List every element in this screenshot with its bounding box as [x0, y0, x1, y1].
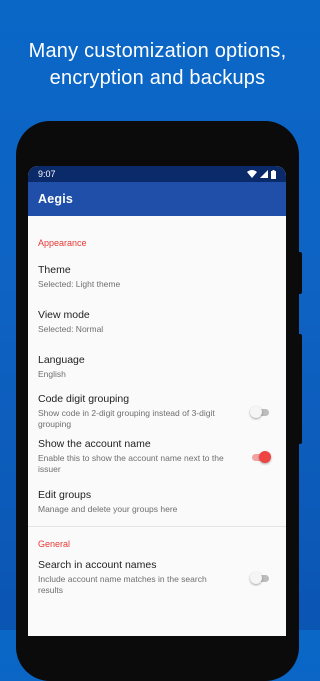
pref-search-account-names[interactable]: Search in account names Include account …: [28, 555, 286, 600]
pref-summary: English: [38, 368, 66, 379]
wifi-icon: [247, 170, 257, 178]
status-time: 9:07: [38, 169, 56, 179]
show-account-name-toggle[interactable]: [250, 450, 271, 463]
status-icons: [247, 169, 276, 179]
toggle-thumb: [259, 450, 271, 463]
pref-summary: Selected: Light theme: [38, 278, 121, 289]
phone-screen: 9:07 Aegis Appearance Theme Selected: Li…: [28, 166, 286, 636]
phone-volume-button: [298, 334, 302, 444]
pref-view-mode[interactable]: View mode Selected: Normal: [28, 299, 286, 344]
headline-line-2: encryption and backups: [49, 67, 266, 89]
phone-power-button: [298, 252, 302, 294]
pref-title: View mode: [38, 308, 90, 321]
pref-edit-groups[interactable]: Edit groups Manage and delete your group…: [28, 479, 286, 524]
app-bar: Aegis: [28, 182, 286, 216]
pref-title: Show the account name: [38, 438, 151, 450]
app-title: Aegis: [38, 192, 74, 206]
section-header-appearance: Appearance: [38, 238, 87, 248]
pref-summary: Show code in 2-digit grouping instead of…: [38, 408, 215, 429]
headline-line-1: Many customization options,: [28, 40, 287, 62]
pref-title: Code digit grouping: [38, 393, 130, 405]
pref-title: Edit groups: [38, 488, 92, 501]
cellular-signal-icon: [260, 170, 268, 178]
section-divider: [28, 526, 286, 527]
status-bar: 9:07: [28, 166, 286, 182]
pref-title: Theme: [38, 263, 71, 276]
code-grouping-toggle[interactable]: [250, 405, 270, 418]
pref-language[interactable]: Language English: [28, 344, 286, 389]
pref-theme[interactable]: Theme Selected: Light theme: [28, 254, 286, 299]
pref-code-digit-grouping[interactable]: Code digit grouping Show code in 2-digit…: [28, 389, 286, 434]
pref-summary: Selected: Normal: [38, 323, 104, 334]
marketing-headline: Many customization options, encryption a…: [0, 38, 315, 92]
pref-summary: Include account name matches in the sear…: [38, 574, 207, 595]
pref-summary: Enable this to show the account name nex…: [38, 453, 224, 474]
pref-summary: Manage and delete your groups here: [38, 503, 178, 514]
search-account-names-toggle[interactable]: [250, 571, 270, 584]
toggle-thumb: [250, 405, 262, 418]
pref-show-account-name[interactable]: Show the account name Enable this to sho…: [28, 434, 286, 479]
toggle-thumb: [250, 571, 262, 584]
pref-title: Search in account names: [38, 559, 157, 571]
pref-title: Language: [38, 353, 85, 366]
section-header-general: General: [38, 539, 71, 549]
battery-icon: [271, 169, 276, 179]
